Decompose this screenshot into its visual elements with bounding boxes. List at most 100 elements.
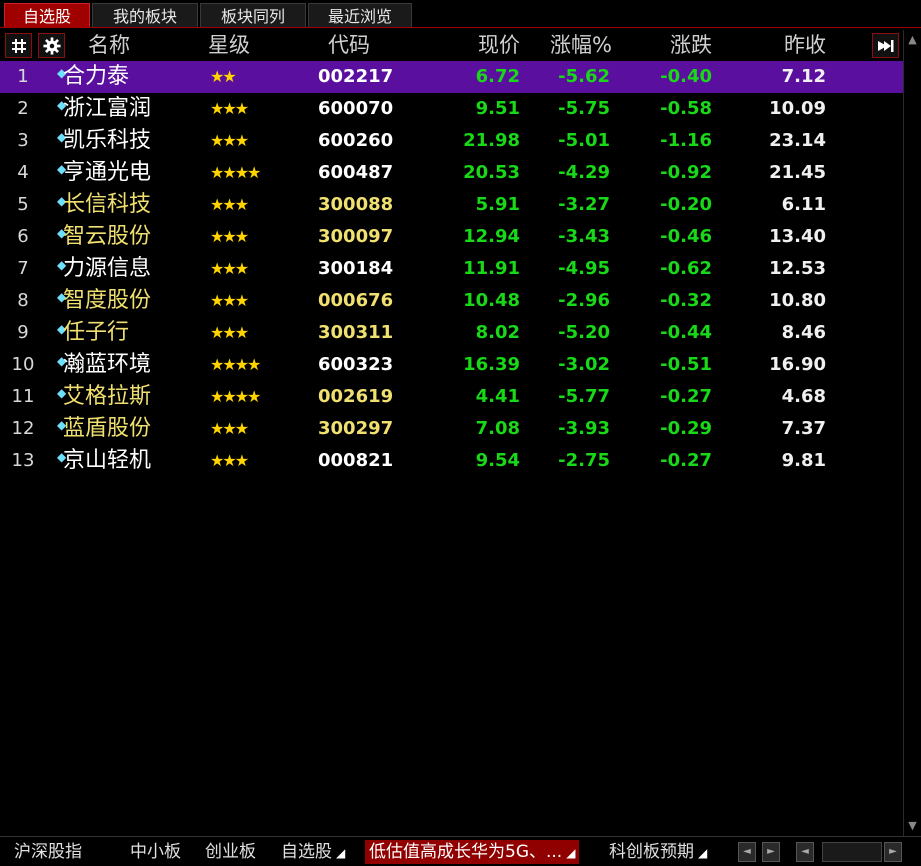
tab-recent-browse[interactable]: 最近浏览 <box>308 3 412 28</box>
previous-close: 10.80 <box>769 290 826 311</box>
column-header-row: 名称 星级 代码 现价 涨幅% 涨跌 昨收 <box>0 30 903 60</box>
dropdown-triangle-icon[interactable]: ◢ <box>336 846 345 860</box>
hscroll-right-icon[interactable]: ► <box>884 842 902 862</box>
row-index: 11 <box>11 386 35 407</box>
star-rating: ★★★ <box>210 259 249 278</box>
stock-code: 002217 <box>318 66 394 87</box>
table-row[interactable]: 13 ◆ 京山轻机 ★★★ 000821 9.54 -2.75 -0.27 9.81 <box>0 445 903 477</box>
horizontal-scrollbar[interactable] <box>822 842 882 862</box>
current-price: 11.91 <box>463 258 520 279</box>
table-row[interactable]: 8 ◆ 智度股份 ★★★ 000676 10.48 -2.96 -0.32 10.80 <box>0 285 903 317</box>
change-amount: -0.58 <box>660 98 712 119</box>
dropdown-triangle-icon[interactable]: ◢ <box>566 846 575 860</box>
tab-my-sectors[interactable]: 我的板块 <box>92 3 198 28</box>
change-percent: -3.27 <box>558 194 610 215</box>
table-row[interactable]: 6 ◆ 智云股份 ★★★ 300097 12.94 -3.43 -0.46 13.40 <box>0 221 903 253</box>
gear-icon[interactable] <box>38 33 65 58</box>
stock-name: 长信科技 <box>63 192 152 217</box>
change-amount: -0.44 <box>660 322 712 343</box>
current-price: 4.41 <box>475 386 520 407</box>
header-prev-close[interactable]: 昨收 <box>730 30 826 60</box>
grid-icon[interactable] <box>5 33 32 58</box>
star-rating: ★★★ <box>210 323 249 342</box>
change-amount: -0.46 <box>660 226 712 247</box>
stock-name: 京山轻机 <box>63 448 152 473</box>
expand-columns-icon[interactable] <box>872 33 899 58</box>
row-index: 8 <box>17 290 29 311</box>
table-row[interactable]: 3 ◆ 凯乐科技 ★★★ 600260 21.98 -5.01 -1.16 23.14 <box>0 125 903 157</box>
bottom-tab-watchlist[interactable]: 自选股 ◢ <box>281 840 345 864</box>
hscroll-left-icon[interactable]: ◄ <box>796 842 814 862</box>
star-rating: ★★★ <box>210 227 249 246</box>
change-amount: -0.62 <box>660 258 712 279</box>
previous-close: 9.81 <box>781 450 826 471</box>
previous-close: 13.40 <box>769 226 826 247</box>
stock-code: 300297 <box>318 418 394 439</box>
current-price: 5.91 <box>475 194 520 215</box>
row-index: 4 <box>17 162 29 183</box>
current-price: 9.51 <box>475 98 520 119</box>
bottom-tab-chinext[interactable]: 创业板 <box>205 840 256 864</box>
row-index: 7 <box>17 258 29 279</box>
table-row[interactable]: 7 ◆ 力源信息 ★★★ 300184 11.91 -4.95 -0.62 12.53 <box>0 253 903 285</box>
stock-code: 002619 <box>318 386 394 407</box>
table-row[interactable]: 5 ◆ 长信科技 ★★★ 300088 5.91 -3.27 -0.20 6.11 <box>0 189 903 221</box>
table-row[interactable]: 1 ◆ 合力泰 ★★ 002217 6.72 -5.62 -0.40 7.12 <box>0 61 903 93</box>
stock-code: 000676 <box>318 290 394 311</box>
tab-sector-peers[interactable]: 板块同列 <box>200 3 306 28</box>
table-row[interactable]: 2 ◆ 浙江富润 ★★★ 600070 9.51 -5.75 -0.58 10.09 <box>0 93 903 125</box>
bottom-tab-bar: 沪深股指 中小板 创业板 自选股 ◢ 低估值高成长华为5G、... ◢ 科创板预期 ◢… <box>0 836 921 866</box>
current-price: 10.48 <box>463 290 520 311</box>
previous-close: 6.11 <box>781 194 826 215</box>
tab-watchlist[interactable]: 自选股 <box>4 3 90 28</box>
nav-first-icon[interactable]: ◄ <box>738 842 756 862</box>
table-row[interactable]: 4 ◆ 亨通光电 ★★★★ 600487 20.53 -4.29 -0.92 21.45 <box>0 157 903 189</box>
bottom-tab-5g-sector[interactable]: 低估值高成长华为5G、... ◢ <box>365 840 580 864</box>
stock-name: 瀚蓝环境 <box>63 352 152 377</box>
star-rating: ★★★ <box>210 195 249 214</box>
stock-code: 300097 <box>318 226 394 247</box>
stock-code: 300311 <box>318 322 394 343</box>
table-row[interactable]: 10 ◆ 瀚蓝环境 ★★★★ 600323 16.39 -3.02 -0.51 16.90 <box>0 349 903 381</box>
nav-last-icon[interactable]: ► <box>762 842 780 862</box>
row-index: 5 <box>17 194 29 215</box>
vertical-scrollbar[interactable]: ▲ ▼ <box>903 30 921 836</box>
table-row[interactable]: 12 ◆ 蓝盾股份 ★★★ 300297 7.08 -3.93 -0.29 7.37 <box>0 413 903 445</box>
previous-close: 4.68 <box>781 386 826 407</box>
row-index: 9 <box>17 322 29 343</box>
stock-name: 艾格拉斯 <box>63 384 152 409</box>
header-pct[interactable]: 涨幅% <box>520 30 612 60</box>
change-amount: -0.27 <box>660 386 712 407</box>
stock-name: 亨通光电 <box>63 160 152 185</box>
change-amount: -0.29 <box>660 418 712 439</box>
star-rating: ★★★ <box>210 419 249 438</box>
change-percent: -5.01 <box>558 130 610 151</box>
current-price: 8.02 <box>475 322 520 343</box>
change-amount: -0.20 <box>660 194 712 215</box>
table-row[interactable]: 9 ◆ 任子行 ★★★ 300311 8.02 -5.20 -0.44 8.46 <box>0 317 903 349</box>
header-stars[interactable]: 星级 <box>208 30 250 60</box>
header-change[interactable]: 涨跌 <box>620 30 712 60</box>
star-rating: ★★★ <box>210 291 249 310</box>
row-index: 2 <box>17 98 29 119</box>
change-amount: -0.92 <box>660 162 712 183</box>
header-code[interactable]: 代码 <box>328 30 370 60</box>
dropdown-triangle-icon[interactable]: ◢ <box>698 846 707 860</box>
scroll-up-icon[interactable]: ▲ <box>905 32 920 48</box>
header-price[interactable]: 现价 <box>430 30 520 60</box>
current-price: 16.39 <box>463 354 520 375</box>
scroll-down-icon[interactable]: ▼ <box>905 818 920 834</box>
bottom-tab-index[interactable]: 沪深股指 <box>14 840 82 864</box>
previous-close: 10.09 <box>769 98 826 119</box>
bottom-tab-star-market[interactable]: 科创板预期 ◢ <box>609 840 707 864</box>
table-row[interactable]: 11 ◆ 艾格拉斯 ★★★★ 002619 4.41 -5.77 -0.27 4.68 <box>0 381 903 413</box>
row-index: 13 <box>11 450 35 471</box>
stock-name: 蓝盾股份 <box>63 416 152 441</box>
header-name[interactable]: 名称 <box>88 30 130 60</box>
previous-close: 8.46 <box>781 322 826 343</box>
bottom-tab-sme-board[interactable]: 中小板 <box>130 840 181 864</box>
change-percent: -5.62 <box>558 66 610 87</box>
stock-name: 凯乐科技 <box>63 128 152 153</box>
previous-close: 7.37 <box>781 418 826 439</box>
change-percent: -4.29 <box>558 162 610 183</box>
